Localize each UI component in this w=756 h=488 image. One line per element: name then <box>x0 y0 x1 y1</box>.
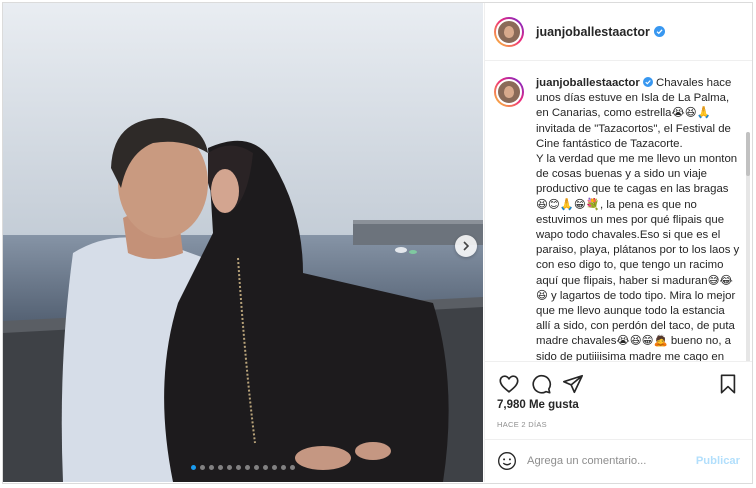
avatar-image <box>496 18 522 45</box>
carousel-dot <box>200 465 205 470</box>
carousel-dot <box>227 465 232 470</box>
carousel-dot <box>281 465 286 470</box>
carousel-dot <box>236 465 241 470</box>
comment-button[interactable] <box>529 372 553 396</box>
carousel-dot <box>263 465 268 470</box>
carousel-dot <box>245 465 250 470</box>
carousel-dot <box>218 465 223 470</box>
carousel-dot <box>290 465 295 470</box>
avatar[interactable] <box>494 16 524 47</box>
like-button[interactable] <box>497 372 521 396</box>
caption-scrollbar[interactable] <box>746 132 750 361</box>
paper-plane-icon <box>563 374 583 394</box>
caption-username[interactable]: juanjoballestaactor <box>536 77 640 89</box>
carousel-dot <box>191 465 196 470</box>
scrollbar-thumb[interactable] <box>746 132 750 176</box>
carousel-next-button[interactable] <box>455 235 477 257</box>
verified-badge-icon <box>642 77 653 87</box>
bookmark-icon <box>720 374 736 394</box>
smiley-icon[interactable] <box>497 451 517 471</box>
caption-avatar[interactable] <box>494 77 524 107</box>
carousel-dot <box>272 465 277 470</box>
comment-form: Publicar <box>485 439 752 482</box>
heart-icon <box>499 375 519 393</box>
carousel-dot <box>209 465 214 470</box>
photo-image <box>3 3 483 482</box>
caption-area: juanjoballestaactor Chavales hace unos d… <box>485 62 752 361</box>
post-photo[interactable] <box>3 3 483 482</box>
publish-button[interactable]: Publicar <box>696 455 740 467</box>
chevron-right-icon <box>463 241 470 251</box>
post-timestamp[interactable]: HACE 2 DÍAS <box>497 420 547 429</box>
caption-body: Chavales hace unos días estuve en Isla d… <box>536 77 740 361</box>
save-button[interactable] <box>716 372 740 396</box>
caption: juanjoballestaactor Chavales hace unos d… <box>485 62 752 361</box>
share-button[interactable] <box>561 372 585 396</box>
avatar-image <box>496 79 522 105</box>
like-count[interactable]: 7,980 Me gusta <box>497 399 579 411</box>
comment-input[interactable] <box>527 455 696 467</box>
comment-icon <box>532 374 552 394</box>
carousel-dot <box>254 465 259 470</box>
post-header: juanjoballestaactor <box>485 3 752 61</box>
caption-text: juanjoballestaactor Chavales hace unos d… <box>536 76 740 361</box>
carousel-indicators <box>3 465 483 470</box>
verified-badge-icon <box>653 26 665 37</box>
post-sidebar: juanjoballestaactor juanjoballestaactor … <box>484 3 752 482</box>
header-username[interactable]: juanjoballestaactor <box>536 25 650 39</box>
